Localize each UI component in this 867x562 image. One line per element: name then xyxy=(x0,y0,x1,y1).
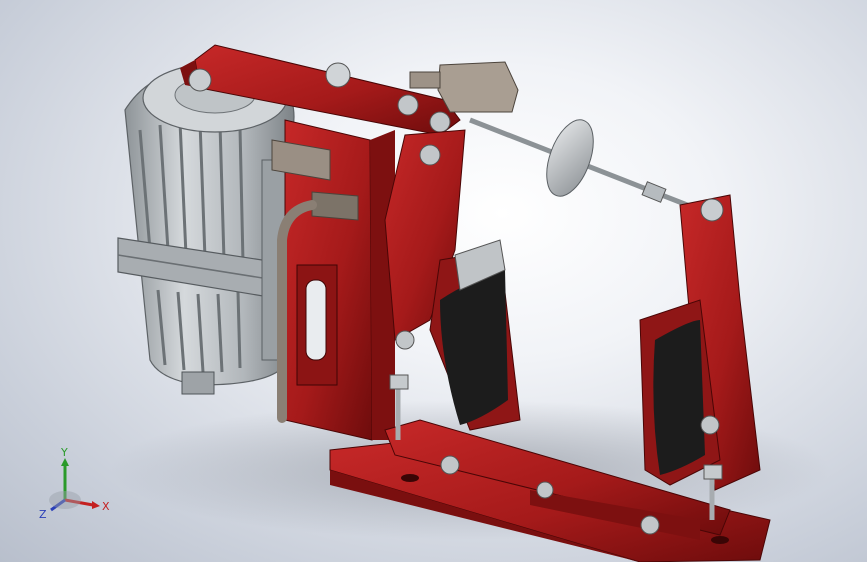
coordinate-triad: Y X Z xyxy=(39,446,110,521)
cad-viewport[interactable]: Y X Z xyxy=(0,0,867,562)
triad-x-label: X xyxy=(102,500,110,513)
release-rod xyxy=(469,117,701,213)
thruster-motor xyxy=(117,63,295,395)
center-post xyxy=(271,119,395,441)
triad-z-label: Z xyxy=(39,508,47,521)
right-brake-arm xyxy=(639,194,761,491)
brake-assembly-render: Y X Z xyxy=(39,44,830,562)
triad-y-label: Y xyxy=(60,446,68,459)
